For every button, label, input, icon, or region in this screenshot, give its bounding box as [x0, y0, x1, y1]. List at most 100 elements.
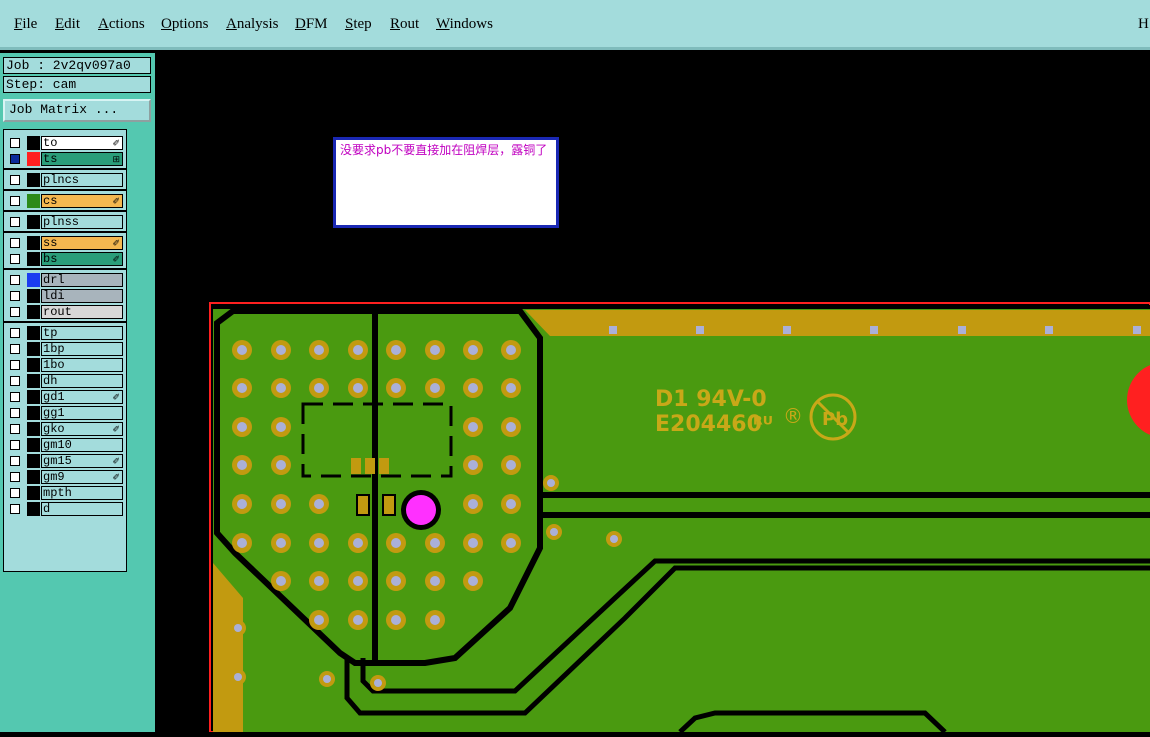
layer-color-swatch[interactable] [27, 390, 40, 404]
layer-name[interactable]: 1bo [41, 358, 123, 372]
layer-color-swatch[interactable] [27, 236, 40, 250]
layer-checkbox[interactable] [10, 488, 20, 498]
layer-row-tp[interactable]: tp [6, 325, 124, 341]
layer-color-swatch[interactable] [27, 326, 40, 340]
layer-name[interactable]: gko ✐ [41, 422, 123, 436]
layer-name[interactable]: gm9 ✐ [41, 470, 123, 484]
layer-checkbox[interactable] [10, 408, 20, 418]
layer-name[interactable]: tp [41, 326, 123, 340]
layer-color-swatch[interactable] [27, 194, 40, 208]
layer-color-swatch[interactable] [27, 358, 40, 372]
layer-checkbox[interactable] [10, 504, 20, 514]
layer-name[interactable]: mpth [41, 486, 123, 500]
layer-checkbox[interactable] [10, 376, 20, 386]
layer-row-gg1[interactable]: gg1 [6, 405, 124, 421]
menu-help[interactable]: H [1138, 16, 1149, 33]
layer-checkbox[interactable] [10, 275, 20, 285]
layer-name[interactable]: 1bp [41, 342, 123, 356]
layer-color-swatch[interactable] [27, 454, 40, 468]
layer-name[interactable]: ldi [41, 289, 123, 303]
layer-name[interactable]: plnss [41, 215, 123, 229]
layer-name[interactable]: rout [41, 305, 123, 319]
layer-checkbox[interactable] [10, 307, 20, 317]
layer-color-swatch[interactable] [27, 438, 40, 452]
layer-color-swatch[interactable] [27, 173, 40, 187]
layer-color-swatch[interactable] [27, 486, 40, 500]
layer-row-cs[interactable]: cs ✐ [6, 193, 124, 209]
layer-checkbox[interactable] [10, 138, 20, 148]
layer-row-mpth[interactable]: mpth [6, 485, 124, 501]
layer-row-1bo[interactable]: 1bo [6, 357, 124, 373]
via-pad[interactable] [406, 495, 436, 525]
layer-color-swatch[interactable] [27, 406, 40, 420]
layer-checkbox[interactable] [10, 154, 20, 164]
layer-color-swatch[interactable] [27, 470, 40, 484]
layer-color-swatch[interactable] [27, 136, 40, 150]
layer-color-swatch[interactable] [27, 374, 40, 388]
layer-row-ss[interactable]: ss ✐ [6, 235, 124, 251]
layer-name[interactable]: cs ✐ [41, 194, 123, 208]
layer-color-swatch[interactable] [27, 502, 40, 516]
layer-checkbox[interactable] [10, 424, 20, 434]
menu-actions[interactable]: Actions [98, 16, 145, 33]
layer-row-gm15[interactable]: gm15 ✐ [6, 453, 124, 469]
layer-color-swatch[interactable] [27, 152, 40, 166]
layer-row-gd1[interactable]: gd1 ✐ [6, 389, 124, 405]
layer-name[interactable]: gm10 [41, 438, 123, 452]
layer-color-swatch[interactable] [27, 273, 40, 287]
layer-name[interactable]: gm15 ✐ [41, 454, 123, 468]
layer-name[interactable]: bs ✐ [41, 252, 123, 266]
layer-checkbox[interactable] [10, 360, 20, 370]
layer-checkbox[interactable] [10, 392, 20, 402]
layer-name[interactable]: ss ✐ [41, 236, 123, 250]
layer-row-d[interactable]: d [6, 501, 124, 517]
layer-name[interactable]: d [41, 502, 123, 516]
layer-row-gm9[interactable]: gm9 ✐ [6, 469, 124, 485]
layer-color-swatch[interactable] [27, 422, 40, 436]
layer-checkbox[interactable] [10, 440, 20, 450]
layer-row-gm10[interactable]: gm10 [6, 437, 124, 453]
layer-name[interactable]: gd1 ✐ [41, 390, 123, 404]
layer-row-plncs[interactable]: plncs [6, 172, 124, 188]
layer-row-bs[interactable]: bs ✐ [6, 251, 124, 267]
layer-checkbox[interactable] [10, 175, 20, 185]
layer-color-swatch[interactable] [27, 305, 40, 319]
layer-name[interactable]: to ✐ [41, 136, 123, 150]
layer-checkbox[interactable] [10, 254, 20, 264]
layer-checkbox[interactable] [10, 291, 20, 301]
layer-checkbox[interactable] [10, 328, 20, 338]
pcb-view[interactable]: D1 94V-0 E204460 ᴿᵁ ® Pb [155, 53, 1150, 734]
layer-checkbox[interactable] [10, 196, 20, 206]
menu-analysis[interactable]: Analysis [226, 16, 279, 33]
annotation-note[interactable]: 没要求pb不要直接加在阻焊层，露铜了 [333, 137, 559, 228]
layer-color-swatch[interactable] [27, 215, 40, 229]
menu-options[interactable]: Options [161, 16, 209, 33]
menu-edit[interactable]: Edit [55, 16, 80, 33]
layer-row-gko[interactable]: gko ✐ [6, 421, 124, 437]
job-matrix-button[interactable]: Job Matrix ... [3, 99, 151, 122]
layer-row-rout[interactable]: rout [6, 304, 124, 320]
layer-name[interactable]: drl [41, 273, 123, 287]
menu-rout[interactable]: Rout [390, 16, 419, 33]
layer-checkbox[interactable] [10, 344, 20, 354]
layer-row-to[interactable]: to ✐ [6, 135, 124, 151]
graphics-canvas[interactable]: D1 94V-0 E204460 ᴿᵁ ® Pb [155, 53, 1150, 734]
layer-name[interactable]: ts ⊞ [41, 152, 123, 166]
layer-row-plnss[interactable]: plnss [6, 214, 124, 230]
layer-checkbox[interactable] [10, 217, 20, 227]
layer-name[interactable]: gg1 [41, 406, 123, 420]
layer-row-ldi[interactable]: ldi [6, 288, 124, 304]
layer-name[interactable]: plncs [41, 173, 123, 187]
layer-row-dh[interactable]: dh [6, 373, 124, 389]
menu-file[interactable]: File [14, 16, 37, 33]
layer-checkbox[interactable] [10, 472, 20, 482]
layer-name[interactable]: dh [41, 374, 123, 388]
layer-checkbox[interactable] [10, 238, 20, 248]
menu-windows[interactable]: Windows [436, 16, 493, 33]
layer-row-ts[interactable]: ts ⊞ [6, 151, 124, 167]
layer-checkbox[interactable] [10, 456, 20, 466]
layer-color-swatch[interactable] [27, 252, 40, 266]
layer-row-1bp[interactable]: 1bp [6, 341, 124, 357]
layer-color-swatch[interactable] [27, 342, 40, 356]
layer-color-swatch[interactable] [27, 289, 40, 303]
